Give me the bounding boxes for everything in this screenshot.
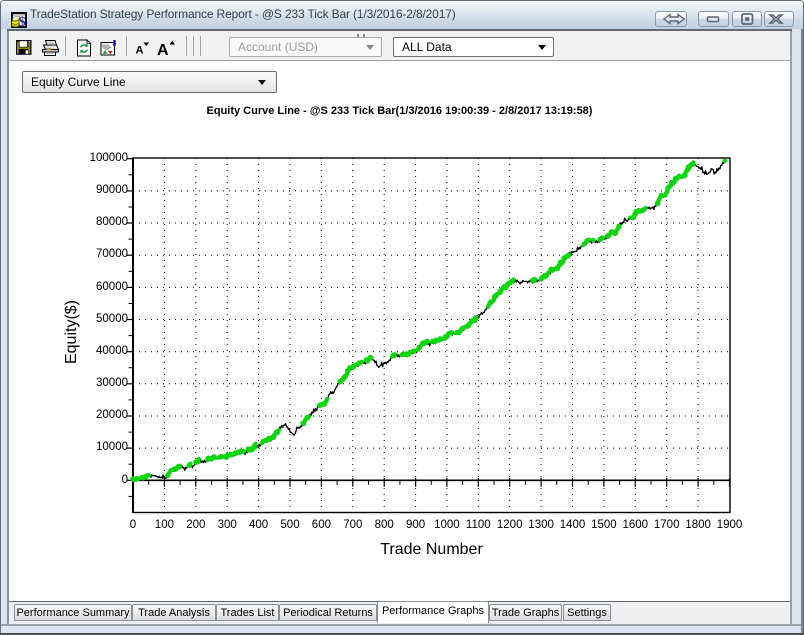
svg-text:A: A	[136, 45, 144, 57]
svg-text:A: A	[157, 42, 169, 58]
